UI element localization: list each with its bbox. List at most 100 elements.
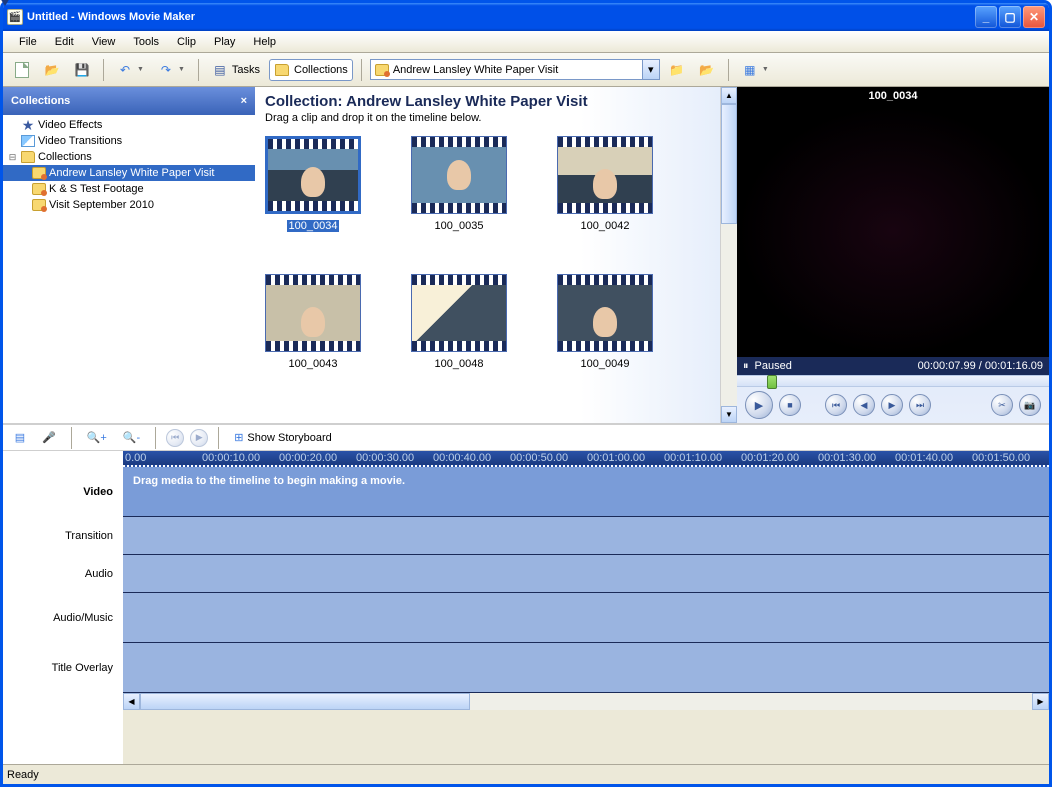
timeline-hint: Drag media to the timeline to begin maki… <box>123 467 1049 495</box>
preview-pane: 100_0034 ⏸ Paused 00:00:07.99 / 00:01:16… <box>737 87 1049 423</box>
collections-icon <box>274 62 290 78</box>
titlebar[interactable]: 🎬 Untitled - Windows Movie Maker _ ▢ ✕ <box>3 3 1049 31</box>
step-back-button[interactable]: ◀ <box>853 394 875 416</box>
save-icon: 💾 <box>74 62 90 78</box>
menu-clip[interactable]: Clip <box>169 34 204 50</box>
clip-100-0049[interactable]: 100_0049 <box>557 274 653 370</box>
prev-button[interactable]: ⏮ <box>825 394 847 416</box>
clip-label: 100_0035 <box>435 220 484 232</box>
timeline-toolbar: ▤ 🎤 🔍+ 🔍- ⏮ ▶ ⊞Show Storyboard <box>3 425 1049 451</box>
levels-icon: ▤ <box>15 431 25 444</box>
scroll-down-icon[interactable]: ▼ <box>721 406 737 423</box>
menu-edit[interactable]: Edit <box>47 34 82 50</box>
undo-button[interactable]: ↶▼ <box>112 59 149 81</box>
location-value: Andrew Lansley White Paper Visit <box>393 64 559 76</box>
zoom-out-button[interactable]: 🔍- <box>118 427 145 449</box>
separator <box>103 59 104 81</box>
clip-100-0043[interactable]: 100_0043 <box>265 274 361 370</box>
mic-icon: 🎤 <box>42 431 56 444</box>
clip-100-0034[interactable]: 100_0034 <box>265 136 361 232</box>
preview-video[interactable] <box>737 105 1049 357</box>
clip-label: 100_0043 <box>289 358 338 370</box>
split-button[interactable]: ✂ <box>991 394 1013 416</box>
tasks-label: Tasks <box>232 64 260 76</box>
folder-icon <box>20 150 36 164</box>
collection-area: Collection: Andrew Lansley White Paper V… <box>255 87 737 423</box>
collection-scrollbar[interactable]: ▲ ▼ <box>720 87 737 423</box>
tree-item-ks-test[interactable]: K & S Test Footage <box>3 181 255 197</box>
maximize-button[interactable]: ▢ <box>999 6 1021 28</box>
collections-label: Collections <box>294 64 348 76</box>
reel-icon <box>31 166 47 180</box>
play-button[interactable]: ▶ <box>745 391 773 419</box>
minimize-button[interactable]: _ <box>975 6 997 28</box>
show-storyboard-label: Show Storyboard <box>247 432 331 444</box>
new-button[interactable] <box>9 59 35 81</box>
track-transition[interactable] <box>123 517 1049 555</box>
tree-video-transitions[interactable]: Video Transitions <box>3 133 255 149</box>
location-dropdown[interactable]: Andrew Lansley White Paper Visit ▾ <box>370 59 660 80</box>
track-title-overlay[interactable] <box>123 643 1049 693</box>
menu-tools[interactable]: Tools <box>125 34 167 50</box>
menu-file[interactable]: File <box>11 34 45 50</box>
clip-100-0048[interactable]: 100_0048 <box>411 274 507 370</box>
step-fwd-button[interactable]: ▶ <box>881 394 903 416</box>
track-audio-music[interactable] <box>123 593 1049 643</box>
tasks-button[interactable]: ▤Tasks <box>207 59 265 81</box>
zoom-in-icon: 🔍+ <box>87 431 107 444</box>
close-button[interactable]: ✕ <box>1023 6 1045 28</box>
clip-100-0035[interactable]: 100_0035 <box>411 136 507 232</box>
scroll-left-icon[interactable]: ◀ <box>123 693 140 710</box>
separator <box>155 427 156 449</box>
menu-play[interactable]: Play <box>206 34 243 50</box>
rewind-button[interactable]: ⏮ <box>166 429 184 447</box>
menubar: File Edit View Tools Clip Play Help <box>3 31 1049 53</box>
track-audio[interactable] <box>123 555 1049 593</box>
clip-label: 100_0034 <box>287 220 340 232</box>
show-storyboard-button[interactable]: ⊞Show Storyboard <box>229 427 337 449</box>
scroll-right-icon[interactable]: ▶ <box>1032 693 1049 710</box>
pane-title: Collections <box>11 95 70 107</box>
collapse-icon[interactable]: ⊟ <box>7 152 18 163</box>
scroll-up-icon[interactable]: ▲ <box>721 87 737 104</box>
pane-close-button[interactable]: × <box>241 95 247 107</box>
up-button[interactable]: 📁 <box>664 59 690 81</box>
views-button[interactable]: ▦▼ <box>737 59 774 81</box>
menu-help[interactable]: Help <box>245 34 284 50</box>
snapshot-button[interactable]: 📷 <box>1019 394 1041 416</box>
clip-label: 100_0042 <box>581 220 630 232</box>
zoom-in-button[interactable]: 🔍+ <box>82 427 112 449</box>
narrate-button[interactable]: 🎤 <box>37 427 61 449</box>
tree-item-visit-sept[interactable]: Visit September 2010 <box>3 197 255 213</box>
next-button[interactable]: ⏭ <box>909 394 931 416</box>
open-button[interactable]: 📂 <box>39 59 65 81</box>
tree-collections-root[interactable]: ⊟Collections <box>3 149 255 165</box>
tree-video-effects[interactable]: ★Video Effects <box>3 117 255 133</box>
separator <box>361 59 362 81</box>
play-state: Paused <box>755 360 792 372</box>
zoom-out-icon: 🔍- <box>123 431 140 444</box>
undo-icon: ↶ <box>117 62 133 78</box>
stop-button[interactable]: ■ <box>779 394 801 416</box>
timeline-hscrollbar[interactable]: ◀ ▶ <box>123 693 1049 710</box>
hscroll-thumb[interactable] <box>140 693 470 710</box>
redo-button[interactable]: ↷▼ <box>153 59 190 81</box>
collections-button[interactable]: Collections <box>269 59 353 81</box>
preview-seekbar[interactable] <box>737 375 1049 387</box>
seek-handle[interactable] <box>767 375 777 389</box>
save-button[interactable]: 💾 <box>69 59 95 81</box>
preview-controls: ▶ ■ ⏮ ◀ ▶ ⏭ ✂ 📷 <box>737 387 1049 423</box>
clip-100-0042[interactable]: 100_0042 <box>557 136 653 232</box>
scroll-thumb[interactable] <box>721 104 737 224</box>
tree-item-andrew-lansley[interactable]: Andrew Lansley White Paper Visit <box>3 165 255 181</box>
timeline-ruler[interactable]: 0.0000:00:10.0000:00:20.0000:00:30.0000:… <box>123 451 1049 467</box>
tl-play-button[interactable]: ▶ <box>190 429 208 447</box>
new-folder-button[interactable]: 📂 <box>694 59 720 81</box>
scroll-track[interactable] <box>721 224 737 406</box>
dropdown-arrow-icon[interactable]: ▾ <box>642 60 659 79</box>
menu-view[interactable]: View <box>84 34 124 50</box>
status-text: Ready <box>7 769 39 781</box>
timeline-levels-button[interactable]: ▤ <box>9 427 31 449</box>
reel-icon <box>31 182 47 196</box>
track-video[interactable]: Drag media to the timeline to begin maki… <box>123 467 1049 517</box>
